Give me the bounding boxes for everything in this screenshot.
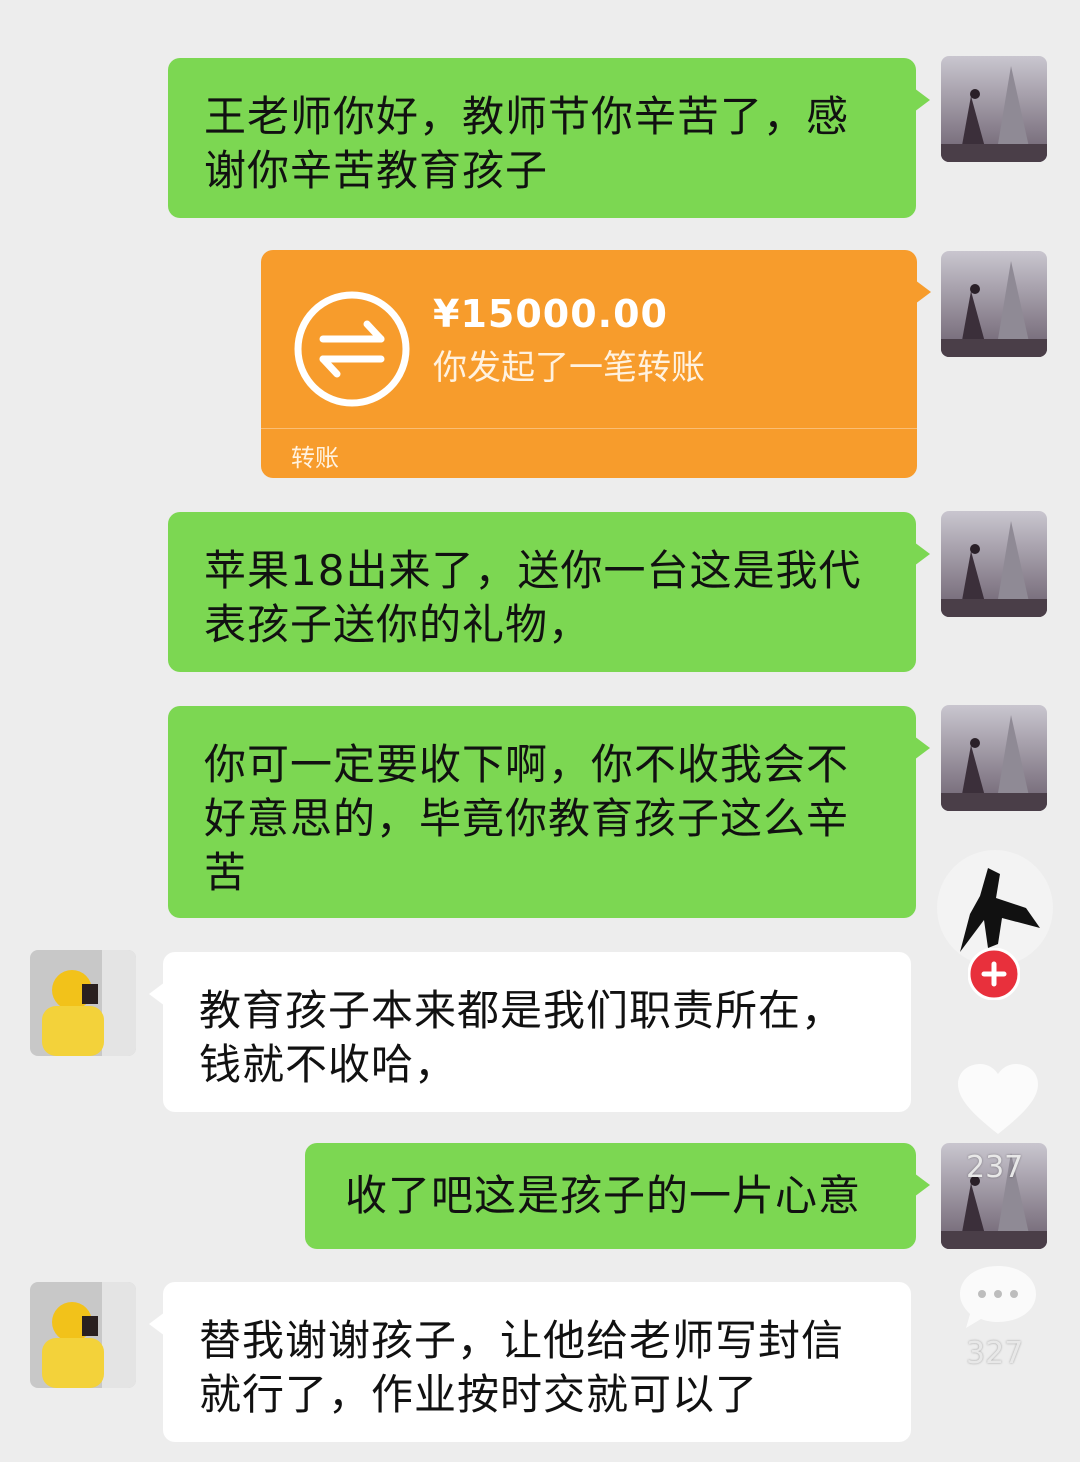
self-avatar[interactable]: [941, 56, 1047, 162]
avatar-image: [30, 1282, 136, 1388]
message-bubble[interactable]: 教育孩子本来都是我们职责所在，钱就不收哈，: [149, 952, 911, 1112]
message-text: 苹果18出来了，送你一台这是我代表孩子送你的礼物，: [204, 546, 862, 649]
comment-button[interactable]: [956, 1262, 1040, 1332]
transfer-tag: 转账: [291, 444, 339, 472]
message-text: 你可一定要收下啊，你不收我会不好意思的，毕竟你教育孩子这么辛苦: [204, 740, 850, 897]
avatar-image: [30, 950, 136, 1056]
comment-icon: [960, 1266, 1036, 1328]
self-avatar[interactable]: [941, 511, 1047, 617]
comment-count: 327: [966, 1336, 1024, 1371]
message-bubble[interactable]: 替我谢谢孩子，让他给老师写封信就行了，作业按时交就可以了: [149, 1282, 911, 1442]
like-button[interactable]: [950, 1060, 1046, 1140]
avatar-image: [941, 705, 1047, 811]
message-text: 收了吧这是孩子的一片心意: [345, 1171, 862, 1220]
transfer-description: 你发起了一笔转账: [433, 348, 705, 388]
transfer-amount: ¥15000.00: [433, 292, 668, 336]
heart-icon: [958, 1064, 1038, 1134]
teacher-avatar[interactable]: [30, 950, 136, 1056]
avatar-image: [941, 251, 1047, 357]
plus-icon: [967, 947, 1021, 1001]
message-text: 王老师你好，教师节你辛苦了，感谢你辛苦教育孩子: [204, 92, 850, 195]
message-bubble[interactable]: 苹果18出来了，送你一台这是我代表孩子送你的礼物，: [168, 512, 930, 672]
message-bubble[interactable]: 收了吧这是孩子的一片心意: [305, 1143, 930, 1249]
message-bubble[interactable]: 你可一定要收下啊，你不收我会不好意思的，毕竟你教育孩子这么辛苦: [168, 706, 930, 918]
message-text: 替我谢谢孩子，让他给老师写封信就行了，作业按时交就可以了: [199, 1316, 845, 1419]
transfer-card[interactable]: ¥15000.00 你发起了一笔转账 转账: [261, 250, 931, 478]
transfer-icon: [294, 291, 410, 407]
like-count: 237: [966, 1150, 1024, 1185]
self-avatar[interactable]: [941, 251, 1047, 357]
self-avatar[interactable]: [941, 705, 1047, 811]
message-bubble[interactable]: 王老师你好，教师节你辛苦了，感谢你辛苦教育孩子: [168, 58, 930, 218]
follow-button[interactable]: [967, 947, 1021, 1001]
teacher-avatar[interactable]: [30, 1282, 136, 1388]
avatar-image: [941, 511, 1047, 617]
divider: [261, 428, 917, 429]
avatar-image: [941, 56, 1047, 162]
message-text: 教育孩子本来都是我们职责所在，钱就不收哈，: [199, 986, 845, 1089]
